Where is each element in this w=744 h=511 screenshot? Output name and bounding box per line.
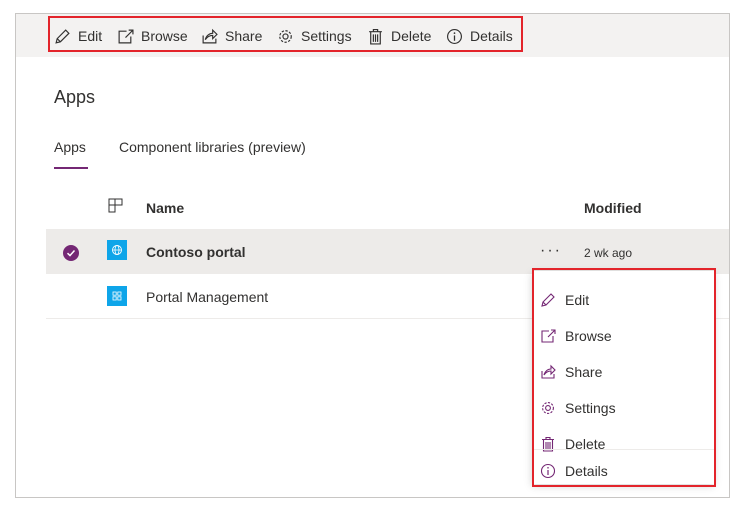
- tab-apps[interactable]: Apps: [54, 139, 86, 155]
- column-header-name[interactable]: Name: [146, 200, 184, 216]
- pencil-icon: [55, 28, 70, 44]
- globe-icon: [112, 245, 122, 255]
- column-header-modified[interactable]: Modified: [584, 200, 642, 216]
- details-label: Details: [470, 28, 513, 44]
- share-label: Share: [225, 28, 263, 44]
- edit-label: Edit: [78, 28, 103, 44]
- tab-component-libraries[interactable]: Component libraries (preview): [119, 139, 306, 155]
- share-button[interactable]: Share: [201, 26, 262, 46]
- app-icon: [107, 286, 127, 306]
- open-in-new-icon: [118, 29, 134, 43]
- active-tab-indicator: [54, 167, 88, 169]
- file-type-icon[interactable]: [108, 198, 123, 213]
- grid-icon: [112, 291, 122, 301]
- settings-button[interactable]: Settings: [277, 26, 352, 46]
- row-checked-icon[interactable]: [63, 245, 79, 261]
- context-menu-highlight: [532, 268, 716, 487]
- delete-label: Delete: [391, 28, 432, 44]
- app-frame: Edit Browse Share Settings Delete Detail…: [15, 13, 730, 498]
- app-icon: [107, 240, 127, 260]
- delete-button[interactable]: Delete: [367, 26, 431, 46]
- modified-date: 2 wk ago: [584, 246, 633, 260]
- browse-label: Browse: [141, 28, 188, 44]
- info-icon: [447, 28, 462, 44]
- more-options-button[interactable]: ···: [540, 242, 562, 260]
- command-bar: Edit Browse Share Settings Delete Detail…: [16, 14, 729, 57]
- app-name[interactable]: Contoso portal: [146, 244, 246, 260]
- page-title: Apps: [54, 87, 96, 107]
- settings-label: Settings: [301, 28, 352, 44]
- edit-button[interactable]: Edit: [54, 26, 102, 46]
- gear-icon: [279, 29, 292, 43]
- share-icon: [202, 28, 218, 43]
- trash-icon: [369, 28, 382, 45]
- browse-button[interactable]: Browse: [117, 26, 188, 46]
- app-name[interactable]: Portal Management: [146, 289, 268, 305]
- details-button[interactable]: Details: [446, 26, 513, 46]
